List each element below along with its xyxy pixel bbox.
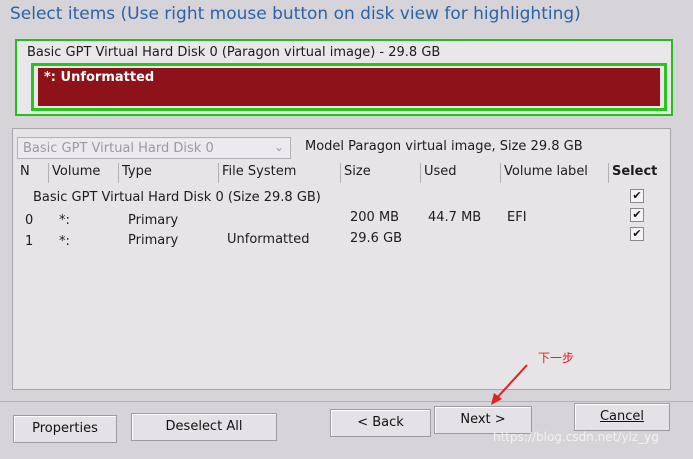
properties-button[interactable]: Properties (13, 415, 117, 443)
disk-view[interactable]: Basic GPT Virtual Hard Disk 0 (Paragon v… (15, 39, 673, 116)
divider (0, 401, 693, 402)
column-header-volume-label[interactable]: Volume label (501, 163, 609, 183)
annotation-arrow-icon (491, 364, 528, 405)
deselect-all-button[interactable]: Deselect All (131, 413, 277, 441)
disk-group-row[interactable]: Basic GPT Virtual Hard Disk 0 (Size 29.8… (33, 190, 321, 205)
row-used: 44.7 MB (428, 210, 482, 225)
chevron-down-icon: ⌄ (273, 140, 284, 154)
row-type: Primary (128, 213, 179, 228)
row-volume-label: EFI (507, 210, 527, 225)
row-size: 29.6 GB (350, 231, 403, 246)
model-info: Model Paragon virtual image, Size 29.8 G… (305, 139, 583, 154)
row-type: Primary (128, 233, 179, 248)
select-checkbox[interactable]: ✔ (630, 227, 644, 241)
column-header-select[interactable]: Select (609, 163, 662, 183)
column-header-volume[interactable]: Volume (49, 163, 119, 183)
column-header-used[interactable]: Used (421, 163, 501, 183)
column-header-size[interactable]: Size (341, 163, 421, 183)
partition-label: *: Unformatted (44, 70, 155, 85)
row-volume: *: (59, 234, 70, 249)
row-volume: *: (59, 213, 70, 228)
table-header: N Volume Type File System Size Used Volu… (17, 163, 662, 183)
row-n: 0 (25, 213, 34, 228)
column-header-file-system[interactable]: File System (219, 163, 341, 183)
select-checkbox[interactable]: ✔ (630, 208, 644, 222)
watermark: https://blog.csdn.net/ylz_yg (493, 430, 659, 444)
cancel-button[interactable]: Cancel (574, 403, 670, 431)
column-header-n[interactable]: N (17, 163, 49, 183)
back-button[interactable]: < Back (330, 409, 431, 437)
select-checkbox-disk[interactable]: ✔ (630, 189, 644, 203)
row-size: 200 MB (350, 210, 400, 225)
disk-dropdown[interactable]: Basic GPT Virtual Hard Disk 0 ⌄ (17, 137, 291, 159)
disk-view-label: Basic GPT Virtual Hard Disk 0 (Paragon v… (27, 45, 441, 60)
row-file-system: Unformatted (227, 232, 310, 247)
partition-bar[interactable]: *: Unformatted (31, 63, 667, 111)
page-title: Select items (Use right mouse button on … (10, 4, 581, 24)
partition-block[interactable]: *: Unformatted (38, 68, 660, 106)
column-header-type[interactable]: Type (119, 163, 219, 183)
row-n: 1 (25, 234, 34, 249)
disk-dropdown-value: Basic GPT Virtual Hard Disk 0 (23, 141, 214, 156)
